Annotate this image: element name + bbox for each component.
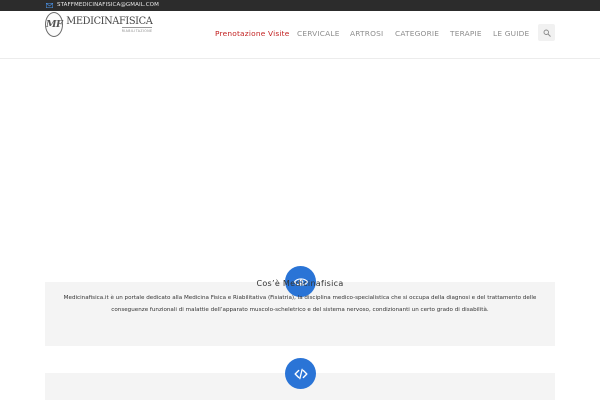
nav-item-cervicale[interactable]: CERVICALE [297,29,340,39]
about-text: Medicinafisica.it è un portale dedicato … [63,295,537,313]
code-icon [293,368,308,379]
contact-email-text: STAFFMEDICINAFISICA@GMAIL.COM [57,2,159,8]
search-button[interactable] [538,24,555,41]
second-icon-badge [285,358,316,389]
contact-email[interactable]: STAFFMEDICINAFISICA@GMAIL.COM [46,1,159,10]
nav-item-terapie[interactable]: TERAPIE [450,29,482,39]
nav-item-prenotazione-visite[interactable]: Prenotazione Visite [215,29,290,39]
top-bar: STAFFMEDICINAFISICA@GMAIL.COM [0,0,600,11]
main-nav: Prenotazione Visite CERVICALE ARTROSI CA… [0,11,600,59]
nav-item-categorie[interactable]: CATEGORIE [395,29,439,39]
nav-item-artrosi[interactable]: ARTROSI [350,29,383,39]
about-title: Cos’è Medicinafisica [256,279,344,288]
nav-item-le-guide[interactable]: LE GUIDE [493,29,529,39]
search-icon [543,29,551,37]
mail-icon [46,3,53,8]
